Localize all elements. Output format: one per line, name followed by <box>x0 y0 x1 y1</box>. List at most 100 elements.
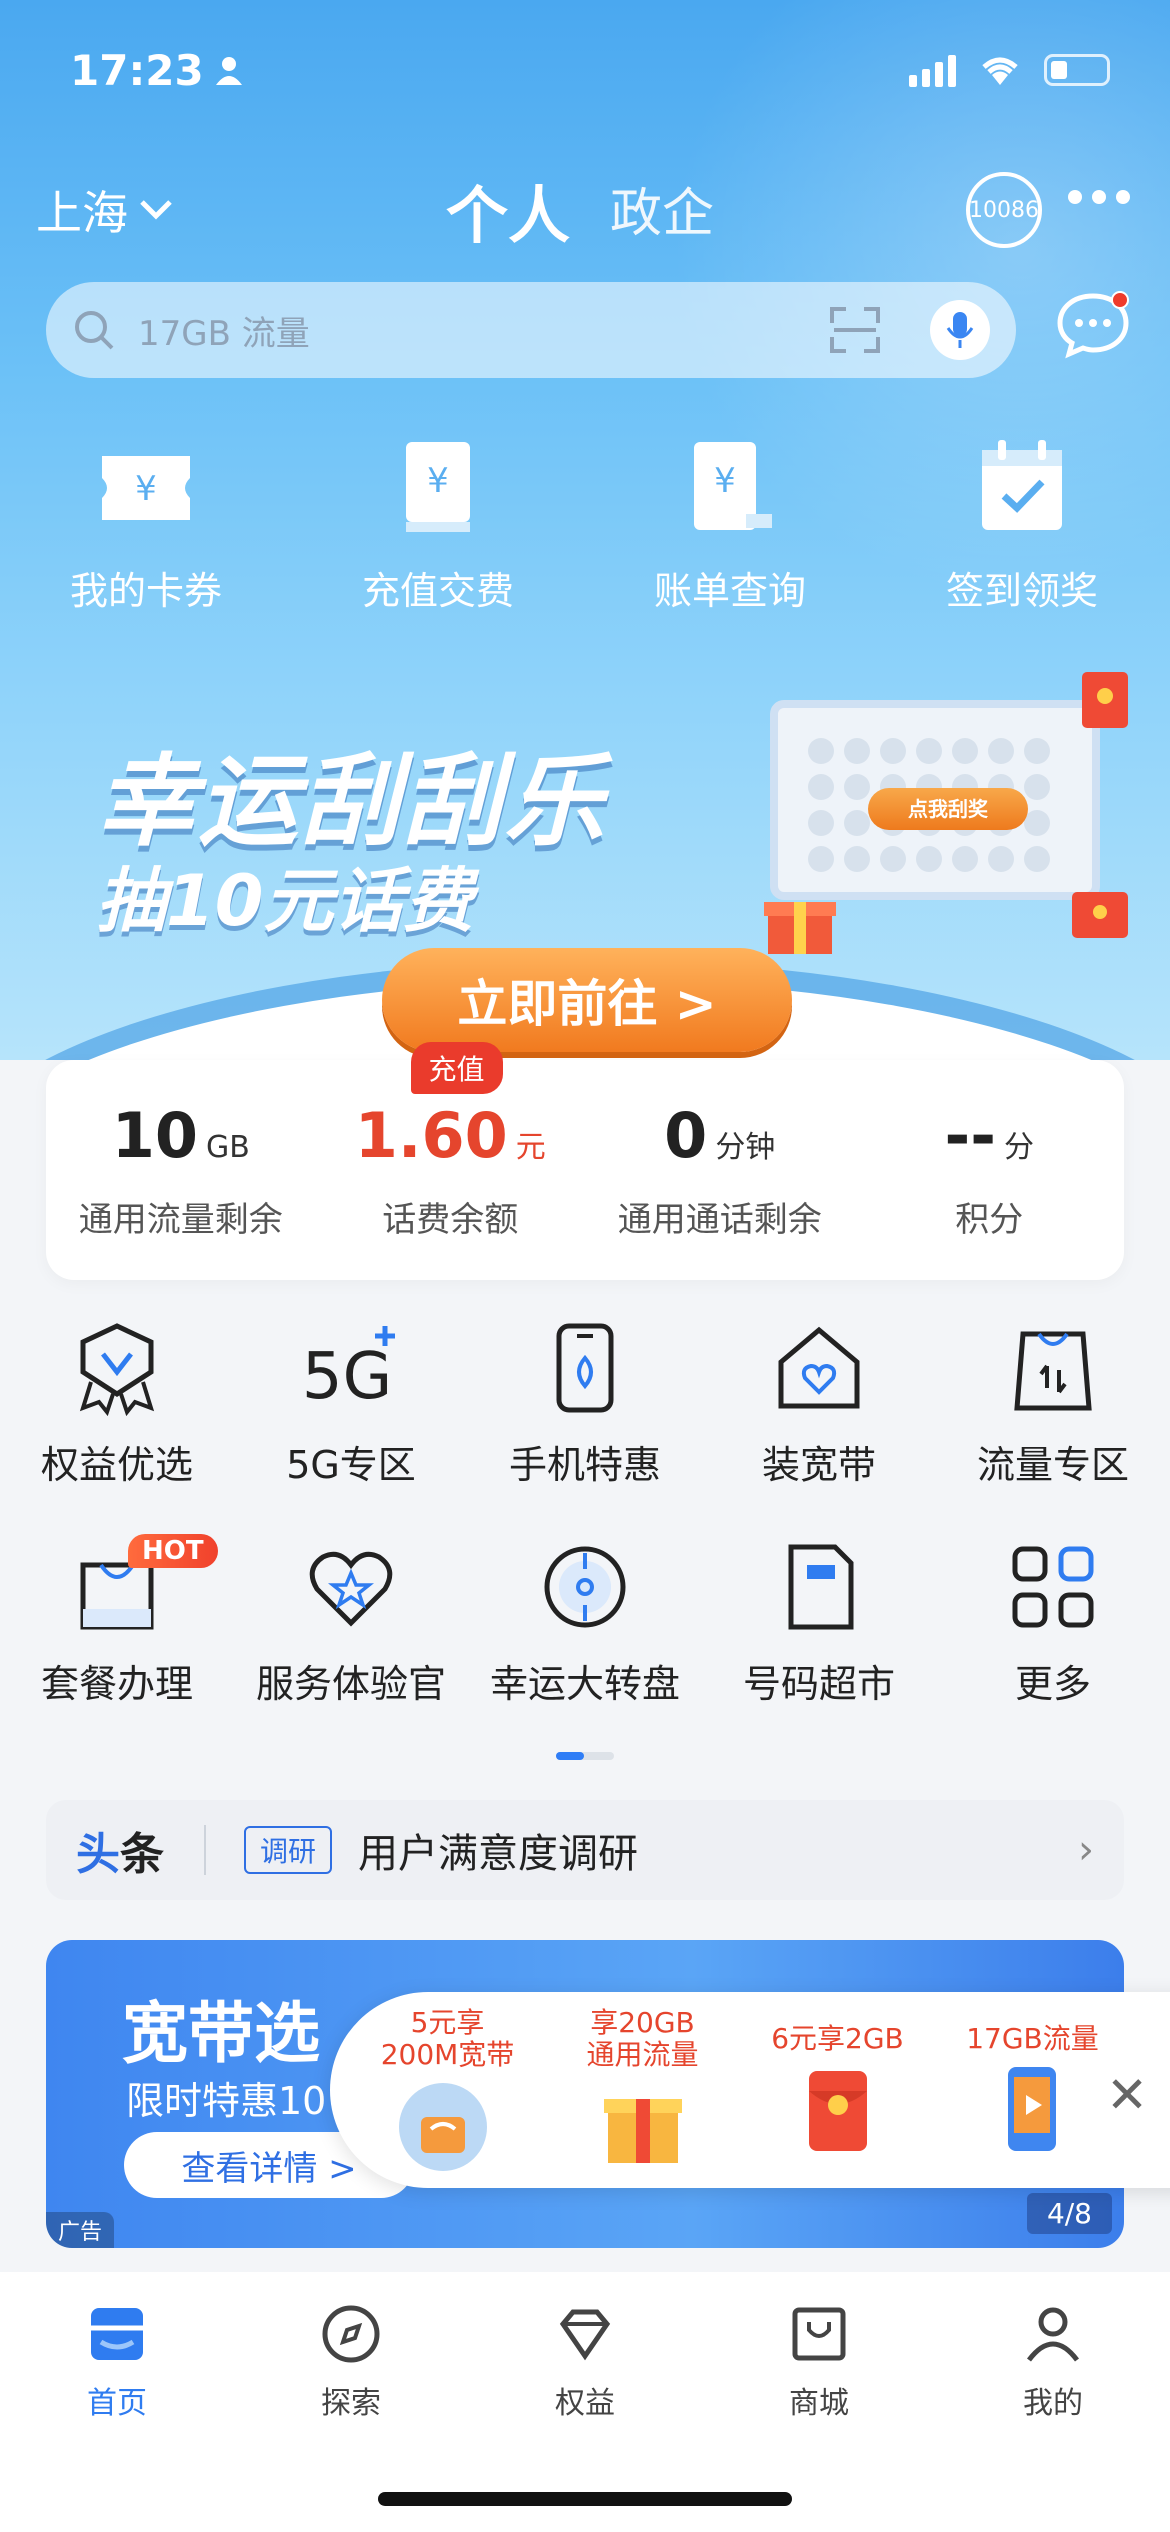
nav-label: 我的 <box>1023 2386 1083 2421</box>
coupon-icon: ¥ <box>102 456 190 520</box>
svg-text:¥: ¥ <box>135 469 157 509</box>
nav-label: 首页 <box>87 2386 147 2421</box>
balance-points[interactable]: -- 分 积分 <box>855 1060 1125 1280</box>
quick-action-recharge[interactable]: ¥ 充值交费 <box>292 438 584 615</box>
promo-item-20gb[interactable]: 享20GB 通用流量 <box>545 2005 740 2173</box>
house-icon <box>778 1326 860 1409</box>
status-right <box>909 53 1110 87</box>
banner-cta-button[interactable]: 立即前往 > <box>382 948 792 1052</box>
scratch-button: 点我刮奖 <box>868 788 1028 830</box>
tab-enterprise[interactable]: 政企 <box>610 171 714 255</box>
balance-calls[interactable]: 0 分钟 通用通话剩余 <box>585 1060 855 1280</box>
quick-action-coupons[interactable]: ¥ 我的卡券 <box>0 438 292 615</box>
hotline-label: 10086 <box>969 197 1039 223</box>
recharge-badge[interactable]: 充值 <box>410 1042 503 1094</box>
badge-icon <box>79 1323 155 1416</box>
red-envelope-icon <box>1072 892 1128 938</box>
scan-icon[interactable] <box>830 307 880 353</box>
nav-shop[interactable]: 商城 <box>702 2302 936 2422</box>
service-label: 服务体验官 <box>255 1662 446 1706</box>
search-bar[interactable]: 17GB 流量 <box>46 282 1016 378</box>
quick-action-bill[interactable]: ¥ 账单查询 <box>584 438 876 615</box>
tab-personal[interactable]: 个人 <box>446 165 570 255</box>
service-experience-officer[interactable]: 服务体验官 <box>234 1539 468 1708</box>
service-plans[interactable]: HOT 套餐办理 <box>0 1534 234 1708</box>
gift-box-icon <box>603 2099 682 2164</box>
promo-text-line2: 200M宽带 <box>380 2038 515 2071</box>
home-icon <box>91 2308 143 2360</box>
service-number-market[interactable]: 号码超市 <box>702 1539 936 1708</box>
data-value: 10 <box>111 1099 198 1172</box>
nav-label: 商城 <box>789 2386 849 2421</box>
promo-item-2gb[interactable]: 6元享2GB <box>740 2022 935 2157</box>
close-icon[interactable]: ✕ <box>1106 2066 1148 2124</box>
promo-item-17gb[interactable]: 17GB流量 <box>935 2022 1130 2157</box>
service-label: 套餐办理 <box>40 1662 193 1706</box>
wheel-icon <box>544 1546 626 1628</box>
service-label: 更多 <box>1014 1662 1091 1706</box>
more-menu-icon[interactable] <box>1068 190 1130 204</box>
hot-badge: HOT <box>128 1534 218 1568</box>
headline-bar[interactable]: 头 条 调研 用户满意度调研 › <box>46 1800 1124 1900</box>
service-lucky-wheel[interactable]: 幸运大转盘 <box>468 1539 702 1708</box>
bag-icon <box>1014 1331 1092 1411</box>
service-label: 手机特惠 <box>508 1443 661 1487</box>
banner-subtitle: 抽10元话费 <box>96 860 474 942</box>
message-icon[interactable] <box>1056 290 1130 360</box>
service-label: 流量专区 <box>976 1443 1129 1487</box>
microphone-icon <box>946 312 974 348</box>
svg-text:¥: ¥ <box>427 461 449 501</box>
grid-icon <box>1012 1546 1094 1628</box>
points-unit: 分 <box>1003 1130 1034 1165</box>
status-time: 17:23 <box>70 45 204 95</box>
service-data-zone[interactable]: 流量专区 <box>936 1320 1170 1489</box>
svg-text:¥: ¥ <box>714 461 736 501</box>
calls-label: 通用通话剩余 <box>617 1200 822 1240</box>
calls-value: 0 <box>664 1099 708 1172</box>
quick-actions: ¥ 我的卡券 ¥ 充值交费 ¥ 账单查询 签到领奖 <box>0 438 1170 615</box>
balance-fee[interactable]: 充值 1.60 元 话费余额 <box>316 1042 586 1280</box>
service-label: 号码超市 <box>742 1662 895 1706</box>
service-benefits[interactable]: 权益优选 <box>0 1320 234 1489</box>
account-tabs: 个人 政企 <box>446 165 714 255</box>
promo-text-line2: 通用流量 <box>586 2038 699 2071</box>
nav-label: 探索 <box>321 2386 381 2421</box>
service-5g[interactable]: 5G 5G专区 <box>234 1320 468 1489</box>
user-icon <box>1027 2307 1079 2362</box>
promo-text-line1: 5元享 <box>410 2005 485 2039</box>
balance-data[interactable]: 10 GB 通用流量剩余 <box>46 1060 316 1280</box>
fee-label: 话费余额 <box>382 1200 519 1240</box>
divider <box>204 1825 206 1875</box>
banner-title: 幸运刮刮乐 <box>96 743 606 860</box>
grid-page-indicator <box>556 1752 614 1760</box>
promo-item-broadband[interactable]: 5元享 200M宽带 <box>350 2005 545 2173</box>
nav-me[interactable]: 我的 <box>936 2302 1170 2422</box>
city-selector[interactable]: 上海 <box>36 177 174 243</box>
service-label: 权益优选 <box>40 1443 193 1487</box>
quick-action-label: 我的卡券 <box>69 569 222 613</box>
nav-label: 权益 <box>555 2386 615 2421</box>
calls-unit: 分钟 <box>715 1130 776 1165</box>
quick-action-checkin[interactable]: 签到领奖 <box>876 438 1168 615</box>
service-label: 幸运大转盘 <box>489 1662 680 1706</box>
points-label: 积分 <box>955 1200 1024 1240</box>
voice-search-button[interactable] <box>930 300 990 360</box>
service-broadband[interactable]: 装宽带 <box>702 1320 936 1489</box>
hotline-button[interactable]: 10086 <box>966 172 1042 248</box>
service-more[interactable]: 更多 <box>936 1539 1170 1708</box>
promo-text-line1: 享20GB <box>590 2005 695 2039</box>
headline-title-a: 头 <box>76 1829 120 1880</box>
gift-box-icon <box>764 902 836 954</box>
nav-benefits[interactable]: 权益 <box>468 2302 702 2422</box>
nav-home[interactable]: 首页 <box>0 2302 234 2422</box>
ad-page-indicator: 4/8 <box>1026 2193 1112 2234</box>
bill-icon: ¥ <box>694 442 772 530</box>
calendar-check-icon <box>982 440 1062 530</box>
phone-icon <box>556 1323 614 1413</box>
service-grid: 权益优选 5G 5G专区 手机特惠 装宽带 流量专区 HOT 套餐办理 服务体验… <box>0 1320 1170 1758</box>
nav-explore[interactable]: 探索 <box>234 2302 468 2422</box>
quick-action-label: 账单查询 <box>653 569 806 613</box>
top-nav: 上海 个人 政企 10086 <box>36 170 1130 252</box>
service-phone-deals[interactable]: 手机特惠 <box>468 1320 702 1489</box>
points-value: -- <box>944 1099 996 1172</box>
